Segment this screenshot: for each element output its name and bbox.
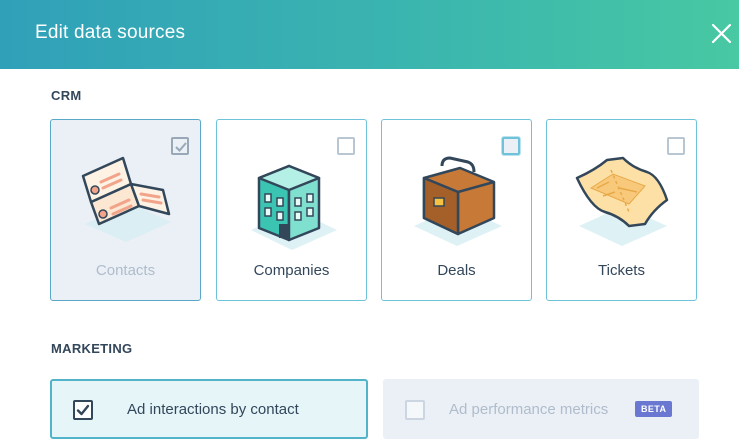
ad-performance-label: Ad performance metrics [449,401,609,418]
checkmark-icon [76,404,90,416]
contact-cards-icon [81,156,171,242]
close-icon [711,23,732,44]
card-deals[interactable]: Deals [381,119,532,301]
beta-badge: BETA [635,401,673,417]
card-label-tickets: Tickets [598,262,645,279]
card-companies[interactable]: Companies [216,119,367,301]
ad-interactions-checkbox[interactable] [73,400,93,420]
card-label-companies: Companies [253,262,330,279]
ad-interactions-label: Ad interactions by contact [127,401,299,418]
card-contacts[interactable]: Contacts [50,119,201,301]
card-tickets[interactable]: Tickets [546,119,697,301]
ticket-icon [575,156,669,246]
dialog-header: Edit data sources [0,0,739,69]
building-icon [251,164,337,250]
ad-performance-checkbox [405,400,425,420]
card-label-contacts: Contacts [95,262,156,279]
marketing-section-label: MARKETING [51,341,133,356]
option-ad-performance: Ad performance metrics BETA [383,379,699,439]
option-ad-interactions[interactable]: Ad interactions by contact [50,379,368,439]
card-label-deals: Deals [437,262,476,279]
crm-section-label: CRM [51,88,82,103]
briefcase-icon [414,156,502,246]
dialog-title: Edit data sources [35,22,186,43]
close-button[interactable] [707,21,737,47]
